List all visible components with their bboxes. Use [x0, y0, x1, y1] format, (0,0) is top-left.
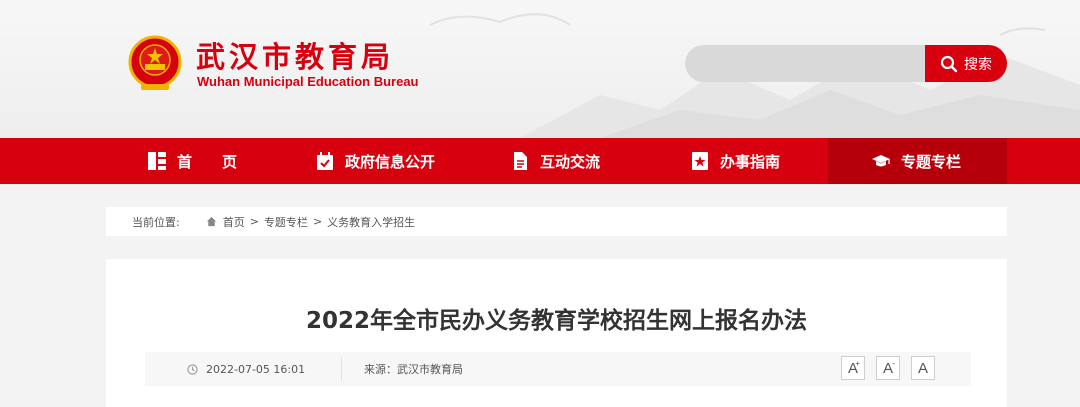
article-source-text: 来源：武汉市教育局 — [364, 363, 463, 376]
site-subtitle: Wuhan Municipal Education Bureau — [197, 74, 419, 89]
publish-time: 2022-07-05 16:01 — [187, 363, 341, 376]
search-button-label: 搜索 — [964, 56, 992, 73]
clock-icon — [187, 363, 198, 375]
search-button[interactable]: 搜索 — [925, 45, 1007, 82]
breadcrumb-enrollment-link[interactable]: 义务教育入学招生 — [327, 214, 415, 230]
nav-item-gov-info[interactable]: 政府信息公开 — [315, 138, 435, 184]
article-title: 2022年全市民办义务教育学校招生网上报名办法 — [305, 308, 807, 334]
star-bookmark-icon — [692, 152, 708, 170]
font-increase-button[interactable]: A + — [841, 356, 865, 380]
nav-item-label: 办事指南 — [720, 152, 781, 171]
breadcrumb: 当前位置: 首页 > 专题专栏 > 义务教育入学招生 — [106, 207, 1007, 236]
meta-divider — [341, 357, 342, 381]
breadcrumb-separator: > — [312, 215, 323, 228]
font-reset-button[interactable]: A — [911, 356, 935, 380]
main-nav: 首 页 政府信息公开 互动交流 办事指南 专题专栏 — [0, 138, 1080, 184]
national-emblem-icon — [128, 35, 182, 90]
home-icon — [206, 216, 216, 227]
document-icon — [514, 152, 527, 170]
breadcrumb-topics-link[interactable]: 专题专栏 — [264, 214, 308, 230]
search-box: 搜索 — [685, 45, 1007, 82]
home-grid-icon — [148, 152, 166, 170]
plus-icon: + — [855, 359, 860, 368]
nav-item-special-topics[interactable]: 专题专栏 — [828, 138, 1007, 184]
minus-icon: - — [892, 359, 895, 368]
nav-item-service-guide[interactable]: 办事指南 — [690, 138, 780, 184]
article-container: 2022年全市民办义务教育学校招生网上报名办法 2022-07-05 16:01… — [106, 259, 1007, 407]
site-header: 武汉市教育局 Wuhan Municipal Education Bureau … — [0, 0, 1080, 138]
nav-item-home[interactable]: 首 页 — [147, 138, 237, 184]
publish-datetime: 2022-07-05 16:01 — [206, 362, 306, 376]
search-icon — [940, 55, 958, 72]
calendar-check-icon — [317, 152, 333, 170]
font-size-controls: A + A- A — [841, 356, 935, 380]
breadcrumb-separator: > — [249, 215, 259, 228]
graduation-cap-icon — [872, 155, 890, 167]
article-source: 来源：武汉市教育局 — [364, 361, 463, 377]
nav-item-label: 互动交流 — [540, 152, 601, 171]
breadcrumb-home-link[interactable]: 首页 — [223, 214, 245, 230]
nav-item-label: 首 页 — [177, 152, 238, 171]
nav-item-label: 政府信息公开 — [345, 152, 436, 171]
site-title: 武汉市教育局 — [196, 40, 395, 74]
nav-item-label: 专题专栏 — [901, 152, 962, 171]
font-decrease-button[interactable]: A- — [876, 356, 900, 380]
breadcrumb-label: 当前位置: — [132, 215, 180, 229]
article-meta-bar: 2022-07-05 16:01 来源：武汉市教育局 A + A- A — [145, 352, 971, 386]
nav-item-interaction[interactable]: 互动交流 — [510, 138, 600, 184]
search-input[interactable] — [685, 45, 925, 82]
